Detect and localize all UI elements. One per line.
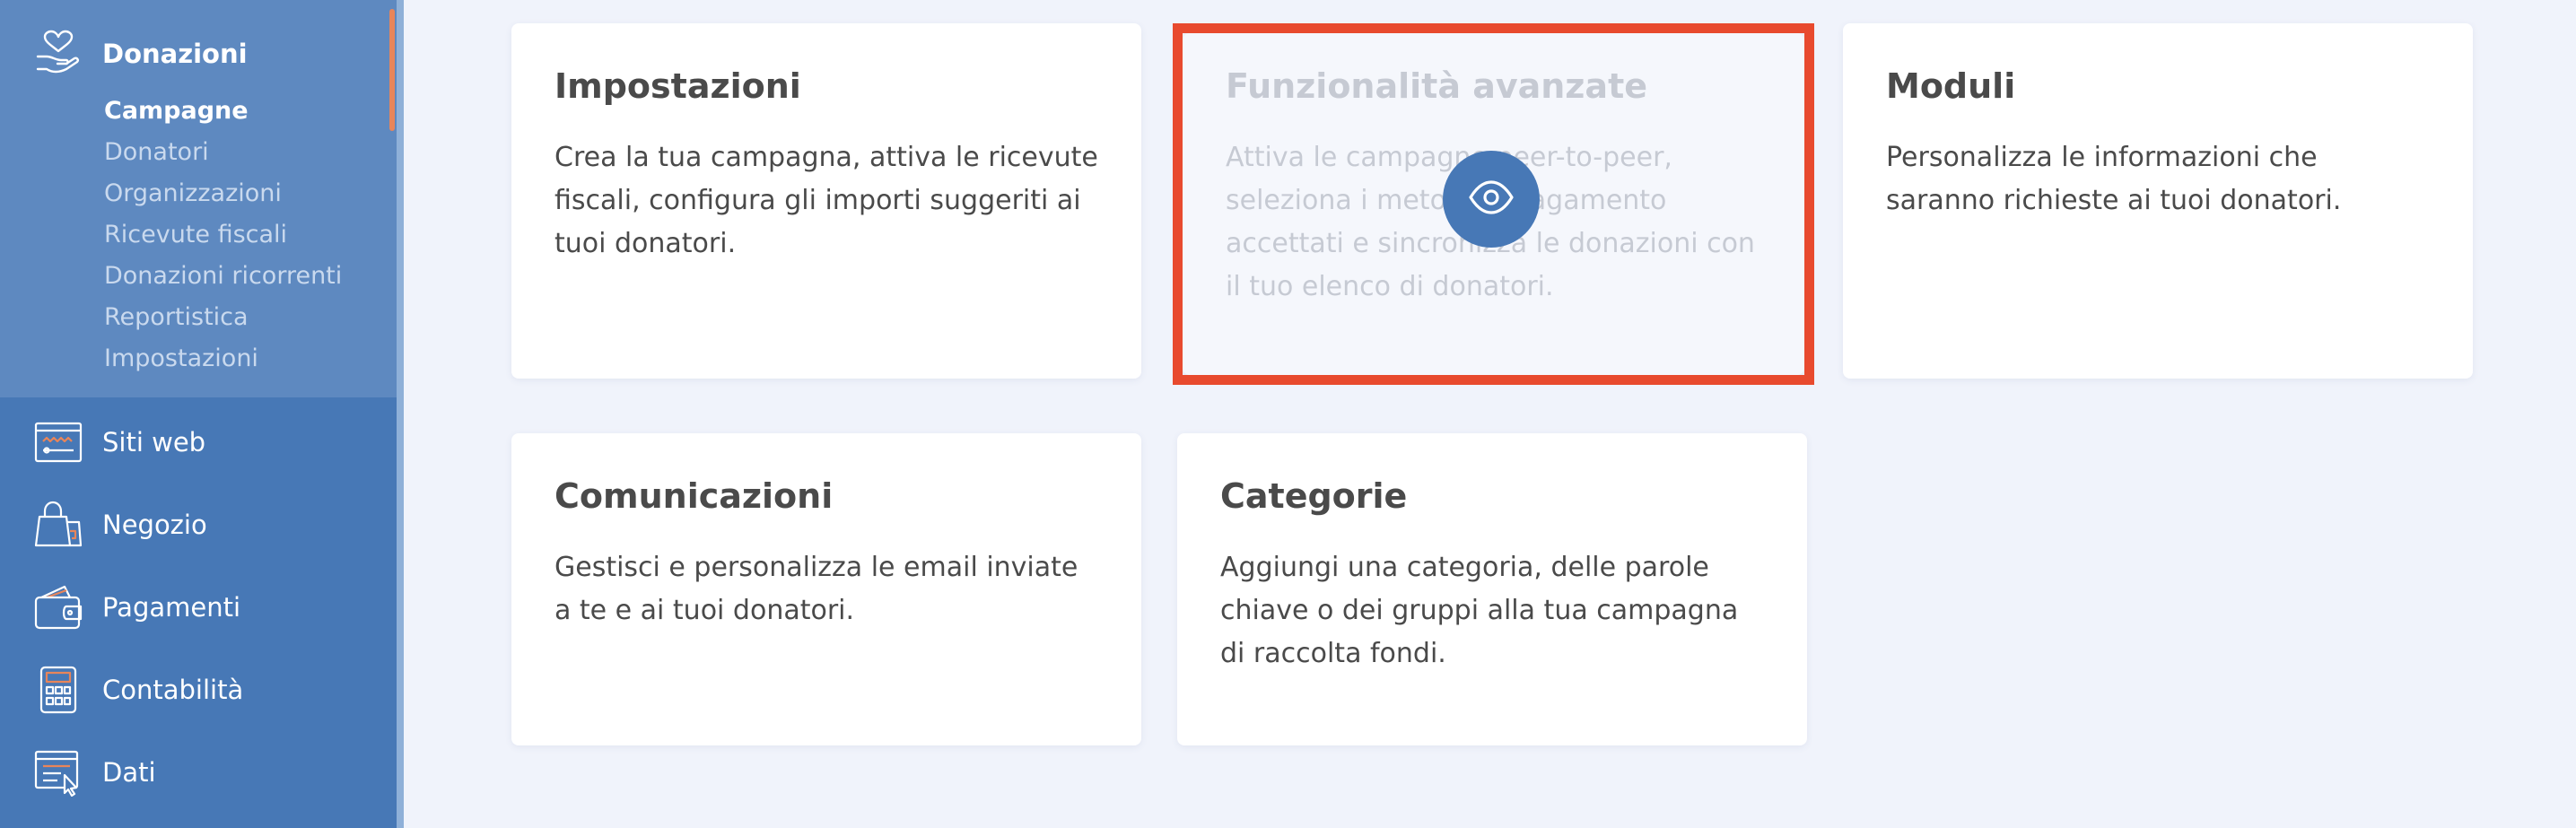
sidebar-subitem-ricevute-fiscali[interactable]: Ricevute fiscali bbox=[104, 221, 287, 248]
sidebar-item-label: Pagamenti bbox=[102, 592, 241, 623]
card-description: Aggiungi una categoria, delle parole chi… bbox=[1220, 552, 1739, 669]
sidebar-item-label: Dati bbox=[102, 757, 156, 788]
wallet-icon bbox=[34, 583, 83, 632]
sidebar: Donazioni Campagne Donatori Organizzazio… bbox=[0, 0, 397, 828]
card-title: Comunicazioni bbox=[554, 476, 834, 516]
sidebar-subitem-organizzazioni[interactable]: Organizzazioni bbox=[104, 179, 282, 207]
sidebar-subitem-impostazioni[interactable]: Impostazioni bbox=[104, 344, 258, 372]
card-impostazioni[interactable]: Impostazioni Crea la tua campagna, attiv… bbox=[511, 23, 1141, 379]
heart-hands-icon bbox=[34, 30, 83, 78]
sidebar-item-dati[interactable]: Dati bbox=[34, 745, 375, 799]
website-icon bbox=[34, 418, 83, 466]
sidebar-item-label: Donazioni bbox=[102, 39, 248, 69]
card-title: Impostazioni bbox=[554, 66, 801, 106]
sidebar-item-donazioni[interactable]: Donazioni bbox=[34, 27, 375, 81]
sidebar-item-label: Contabilità bbox=[102, 675, 244, 705]
sidebar-subitem-donazioni-ricorrenti[interactable]: Donazioni ricorrenti bbox=[104, 262, 342, 290]
data-icon bbox=[34, 748, 83, 797]
sidebar-edge bbox=[397, 0, 404, 828]
sidebar-item-label: Siti web bbox=[102, 427, 206, 458]
card-moduli[interactable]: Moduli Personalizza le informazioni che … bbox=[1843, 23, 2473, 379]
sidebar-subitem-reportistica[interactable]: Reportistica bbox=[104, 303, 249, 331]
card-title: Categorie bbox=[1220, 476, 1408, 516]
card-description: Crea la tua campagna, attiva le ricevute… bbox=[554, 142, 1098, 259]
card-comunicazioni[interactable]: Comunicazioni Gestisci e personalizza le… bbox=[511, 433, 1141, 745]
sidebar-item-label: Negozio bbox=[102, 510, 207, 540]
card-title: Moduli bbox=[1886, 66, 2016, 106]
sidebar-subitem-campagne[interactable]: Campagne bbox=[104, 97, 249, 125]
card-description: Gestisci e personalizza le email inviate… bbox=[554, 552, 1078, 626]
preview-button[interactable] bbox=[1443, 151, 1540, 248]
card-categorie[interactable]: Categorie Aggiungi una categoria, delle … bbox=[1177, 433, 1807, 745]
eye-icon bbox=[1467, 173, 1515, 225]
calculator-icon bbox=[34, 666, 83, 714]
sidebar-item-negozio[interactable]: Negozio bbox=[34, 498, 375, 552]
sidebar-item-pagamenti[interactable]: Pagamenti bbox=[34, 580, 375, 634]
sidebar-item-contabilita[interactable]: Contabilità bbox=[34, 663, 375, 717]
card-description: Personalizza le informazioni che saranno… bbox=[1886, 142, 2342, 216]
sidebar-item-siti-web[interactable]: Siti web bbox=[34, 415, 375, 469]
sidebar-subitem-donatori[interactable]: Donatori bbox=[104, 138, 209, 166]
shopping-bag-icon bbox=[34, 501, 83, 549]
card-title: Funzionalità avanzate bbox=[1226, 66, 1648, 106]
active-indicator bbox=[389, 9, 395, 131]
